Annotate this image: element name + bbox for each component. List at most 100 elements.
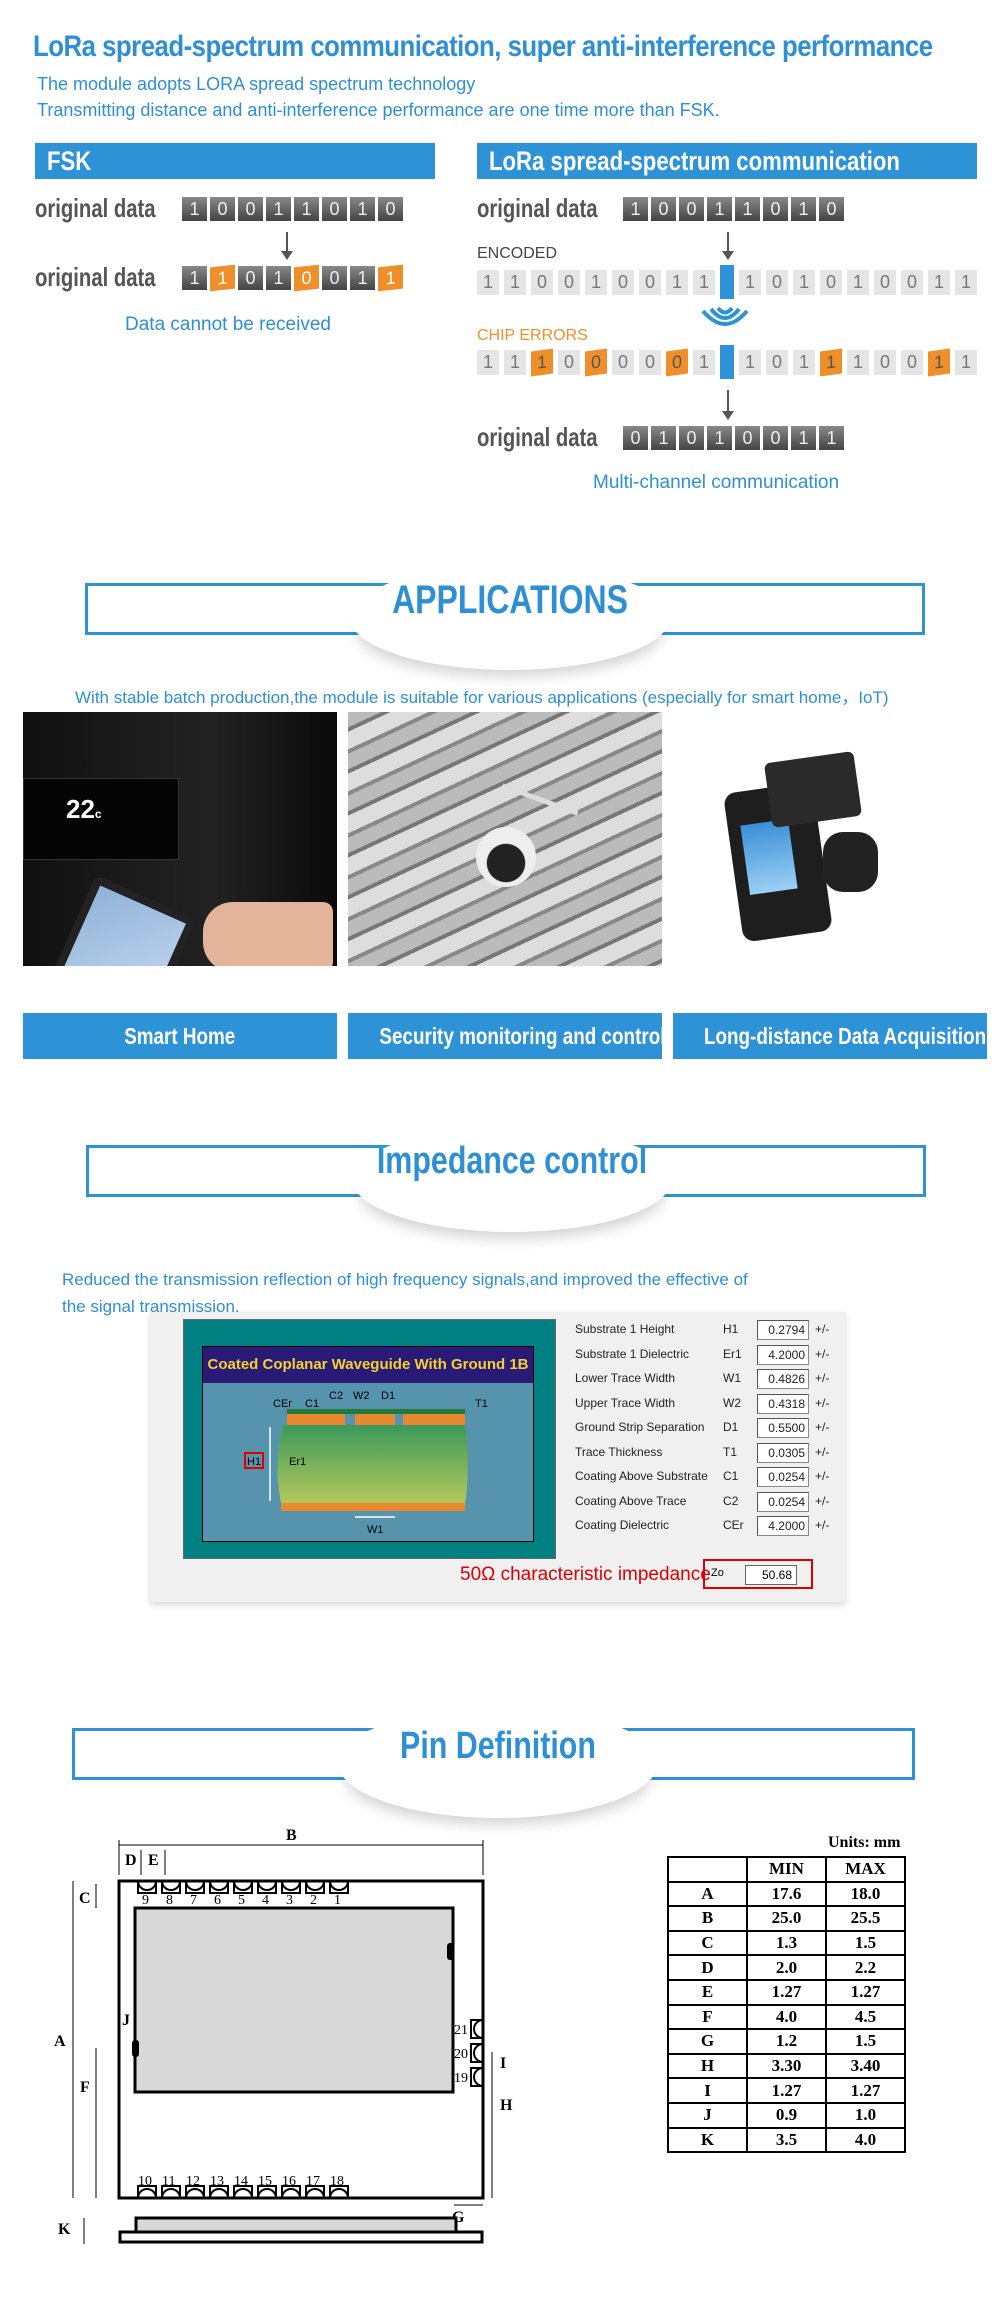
app-caption-smart-home: Smart Home — [23, 1013, 337, 1059]
svg-text:D: D — [125, 1852, 137, 1869]
encoded-chips: 110010011101010011 — [477, 265, 977, 299]
parameter-label: Coating Above Trace — [575, 1493, 687, 1508]
chip-cell: 1 — [666, 270, 688, 295]
parameter-value-field[interactable]: 0.5500 — [757, 1418, 809, 1438]
bit-cell: 0 — [210, 197, 235, 221]
chip-cell: 1 — [531, 348, 553, 377]
table-row: K 3.5 4.0 — [667, 2126, 906, 2154]
applications-description: With stable batch production,the module … — [75, 688, 889, 707]
down-arrow-icon — [722, 232, 734, 260]
tolerance-label: +/- — [815, 1469, 830, 1483]
chip-cell: 1 — [477, 270, 499, 295]
parameter-list: Substrate 1 Height H1 0.2794 +/- Substrate 1… — [575, 1320, 845, 1562]
table-cell: 18.0 — [825, 1880, 906, 1908]
pin-number: 21 — [454, 2023, 468, 2038]
chip-cell: 0 — [766, 270, 788, 295]
table-cell: E — [667, 1978, 748, 2006]
table-row: D 2.0 2.2 — [667, 1954, 906, 1981]
table-header: MAX — [825, 1856, 906, 1883]
bit-cell: 1 — [350, 266, 375, 290]
chip-cell: 0 — [639, 270, 661, 295]
parameter-value-field[interactable]: 0.4826 — [757, 1369, 809, 1389]
pin-pad — [233, 1880, 253, 1894]
chip-cell: 1 — [793, 270, 815, 295]
parameter-value-field[interactable]: 4.2000 — [757, 1516, 809, 1536]
chip-cell: 1 — [693, 270, 715, 295]
table-row: C 1.3 1.5 — [667, 1929, 906, 1957]
parameter-value-field[interactable]: 0.0254 — [757, 1491, 809, 1512]
parameter-value-field[interactable]: 0.0254 — [757, 1467, 809, 1487]
svg-text:E: E — [148, 1852, 159, 1869]
table-row: E 1.27 1.27 — [667, 1978, 906, 2006]
parameter-value-field[interactable]: 0.4318 — [757, 1393, 809, 1414]
chip-cell: 0 — [820, 270, 842, 295]
tolerance-label: +/- — [815, 1493, 830, 1508]
pin-pad — [470, 2043, 484, 2063]
table-cell: I — [667, 2077, 748, 2104]
bit-cell: 1 — [266, 197, 291, 221]
bit-cell: 0 — [322, 197, 347, 221]
pin-pad — [137, 1880, 157, 1894]
bit-cell: 1 — [735, 197, 760, 221]
fsk-original-label: original data — [35, 193, 156, 223]
bit-cell: 0 — [735, 426, 760, 450]
svg-text:H1: H1 — [247, 1456, 261, 1468]
table-cell: 4.0 — [825, 2126, 906, 2154]
chip-cell: 0 — [666, 348, 688, 377]
bit-cell: 1 — [819, 426, 844, 450]
pin-pad — [257, 1880, 277, 1894]
waveguide-diagram-frame: Coated Coplanar Waveguide With Ground 1B… — [183, 1319, 556, 1559]
bit-cell: 1 — [182, 197, 207, 221]
parameter-symbol: C1 — [723, 1469, 739, 1483]
svg-text:W1: W1 — [367, 1524, 384, 1536]
table-header — [667, 1856, 748, 1883]
fsk-original-bits: 10011010 — [182, 197, 403, 221]
parameter-value-field[interactable]: 4.2000 — [757, 1344, 809, 1365]
pin-number: 17 — [306, 2174, 320, 2189]
pin-pad — [209, 1880, 229, 1894]
parameter-label: Upper Trace Width — [575, 1395, 676, 1410]
table-row: J 0.9 1.0 — [667, 2101, 906, 2129]
bit-cell: 0 — [763, 197, 788, 221]
bit-cell: 0 — [679, 197, 704, 221]
pin-pad — [470, 2019, 484, 2039]
impedance-calculator-panel: Coated Coplanar Waveguide With Ground 1B… — [150, 1312, 846, 1602]
chip-cell: 1 — [585, 270, 607, 295]
pin-number: 10 — [138, 2174, 152, 2189]
fsk-heading: FSK — [35, 143, 435, 179]
chip-separator — [720, 265, 734, 299]
pin-number: 8 — [166, 1893, 173, 1908]
parameter-value-field[interactable]: 0.0305 — [757, 1442, 809, 1463]
pin-number: 12 — [186, 2174, 200, 2189]
chip-cell: 1 — [739, 270, 761, 295]
result-symbol: Zo — [711, 1567, 724, 1579]
svg-text:A: A — [54, 2033, 66, 2050]
chip-cell: 0 — [531, 270, 553, 295]
chip-cell: 0 — [639, 350, 661, 375]
table-cell: 1.27 — [825, 2077, 906, 2104]
chip-cell: 1 — [793, 350, 815, 375]
table-row: I 1.27 1.27 — [667, 2077, 906, 2104]
tolerance-label: +/- — [815, 1371, 830, 1385]
table-cell: 1.0 — [825, 2101, 906, 2129]
lora-original-bits: 10011010 — [623, 197, 844, 221]
waveguide-cross-section: CEr C1 C2 W2 D1 T1 H1 Er1 W1 — [244, 1390, 488, 1536]
parameter-value-field[interactable]: 0.2794 — [757, 1320, 809, 1340]
chip-cell: 1 — [504, 350, 526, 375]
table-cell: 3.40 — [825, 2052, 906, 2080]
pin-pad — [329, 1880, 349, 1894]
table-cell: 1.27 — [746, 1978, 827, 2006]
table-cell: 1.27 — [825, 1978, 906, 2006]
chip-cell: 0 — [585, 348, 607, 377]
result-value-field[interactable]: 50.68 — [745, 1565, 797, 1585]
bit-cell: 1 — [707, 197, 732, 221]
lora-recovered-bits: 01010011 — [623, 426, 844, 450]
parameter-symbol: Er1 — [723, 1346, 742, 1361]
svg-text:J: J — [122, 2012, 130, 2029]
parameter-label: Coating Dielectric — [575, 1518, 670, 1532]
chip-cell: 0 — [874, 350, 896, 375]
bit-cell: 0 — [294, 264, 319, 292]
pin-number: 3 — [286, 1893, 293, 1908]
parameter-label: Coating Above Substrate — [575, 1469, 708, 1483]
chip-cell: 1 — [928, 348, 950, 377]
